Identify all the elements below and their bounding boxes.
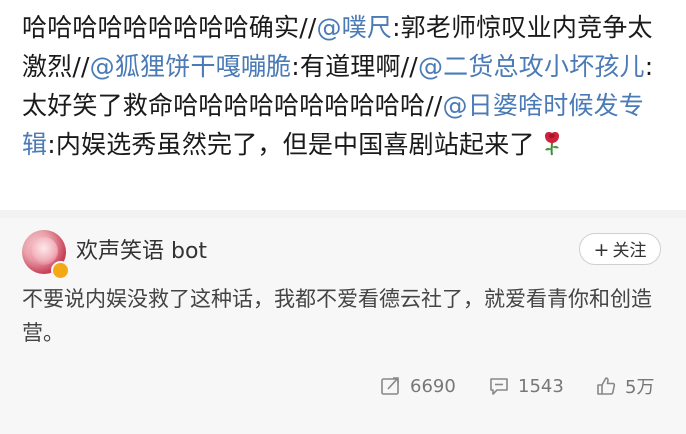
repost-icon <box>381 377 399 395</box>
comment-card[interactable]: 欢声笑语 bot + 关注 不要说内娱没救了这种话，我都不爱看德云社了，就爱看青你… <box>0 218 686 434</box>
comment-text: 不要说内娱没救了这种话，我都不爱看德云社了，就爱看青你和创造营。 <box>22 287 652 345</box>
post-text: :有道理啊// <box>291 52 418 81</box>
verified-badge-icon <box>51 261 70 280</box>
repost-chain-section: 哈哈哈哈哈哈哈哈哈确实//@噗尺:郭老师惊叹业内竞争太激烈//@狐狸饼干嘎嘣脆:… <box>0 0 686 210</box>
mention-link[interactable]: @二货总攻小坏孩儿 <box>418 52 645 81</box>
like-button[interactable]: 5万 <box>595 371 654 401</box>
post-text: :内娱选秀虽然完了，但是中国喜剧站起来了 <box>47 130 535 159</box>
rose-icon <box>541 128 563 167</box>
comment-count: 1543 <box>518 375 564 397</box>
thumbs-up-icon <box>597 377 616 395</box>
repost-button[interactable]: 6690 <box>380 371 456 401</box>
repost-count: 6690 <box>410 375 456 397</box>
post-text: 哈哈哈哈哈哈哈哈哈确实// <box>22 13 317 42</box>
username[interactable]: 欢声笑语 bot <box>76 233 207 265</box>
section-divider <box>0 210 686 218</box>
mention-link[interactable]: @噗尺 <box>316 13 392 42</box>
repost-chain-text: 哈哈哈哈哈哈哈哈哈确实//@噗尺:郭老师惊叹业内竞争太激烈//@狐狸饼干嘎嘣脆:… <box>22 8 672 167</box>
plus-icon: + <box>593 239 610 261</box>
follow-button[interactable]: + 关注 <box>579 233 661 265</box>
mention-link[interactable]: @狐狸饼干嘎嘣脆 <box>90 52 292 81</box>
comment-icon <box>490 378 508 395</box>
comment-button[interactable]: 1543 <box>488 371 564 401</box>
like-count: 5万 <box>625 377 655 398</box>
follow-label: 关注 <box>612 241 647 261</box>
avatar-image <box>30 237 58 265</box>
